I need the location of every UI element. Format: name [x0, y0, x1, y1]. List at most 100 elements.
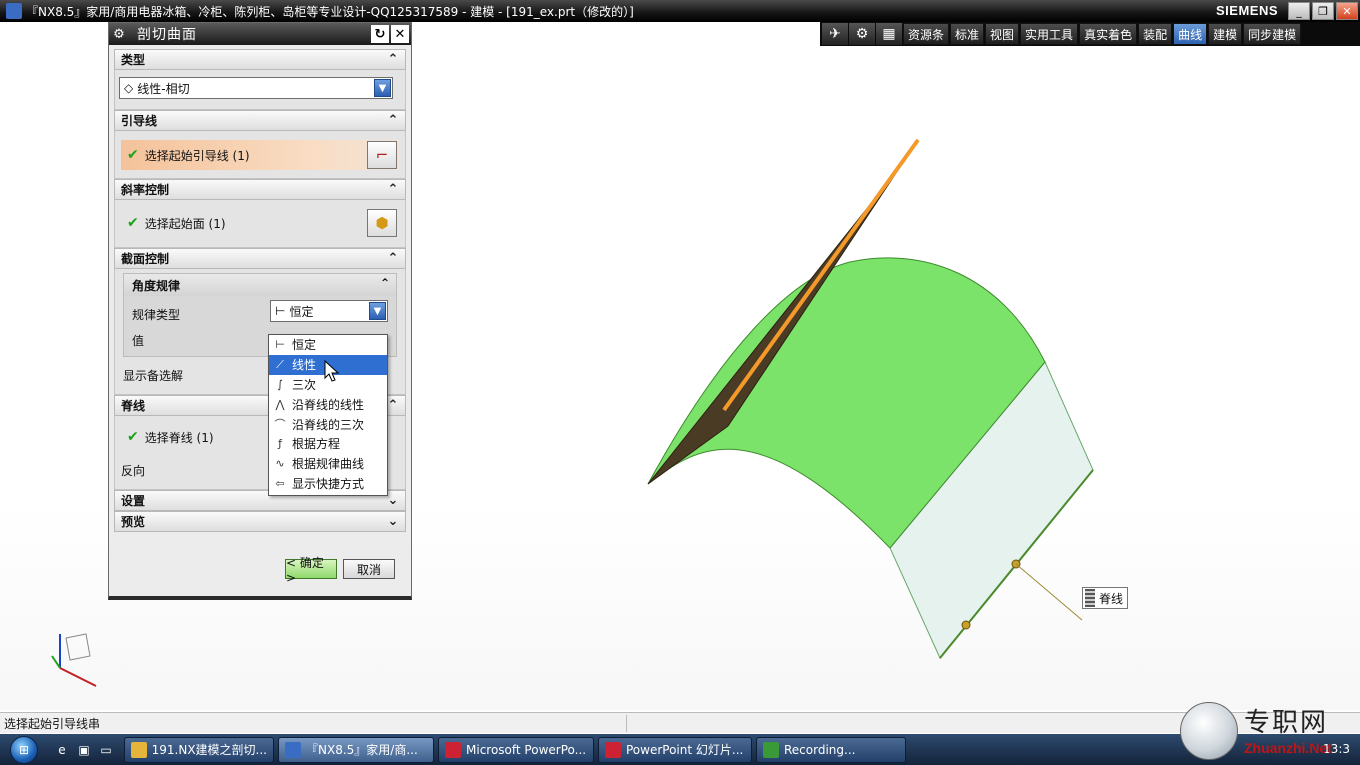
task-label: Microsoft PowerPo...: [466, 742, 587, 757]
face-select-cube-icon[interactable]: ⬢: [367, 209, 397, 237]
section-section-header[interactable]: 截面控制 ⌃: [114, 248, 406, 269]
collapse-icon[interactable]: ⌃: [380, 276, 390, 290]
minimize-button[interactable]: _: [1288, 2, 1310, 20]
section-slope-header[interactable]: 斜率控制 ⌃: [114, 179, 406, 200]
chevron-down-icon[interactable]: ▼: [374, 79, 391, 97]
drag-handle[interactable]: [1085, 589, 1095, 607]
ie-icon[interactable]: e: [54, 742, 70, 758]
shortcut-arrow-icon: ⇦: [275, 476, 285, 490]
cubic-law-icon: ∫: [277, 377, 283, 391]
powerpoint-icon: [445, 741, 461, 758]
collapse-icon[interactable]: ⌃: [385, 250, 401, 266]
task-recording[interactable]: Recording...: [756, 736, 906, 763]
slope-select-row[interactable]: ✔ 选择起始面 (1): [121, 208, 399, 238]
collapse-icon[interactable]: ⌃: [385, 112, 401, 128]
tab-standard[interactable]: 标准: [950, 23, 985, 45]
law-type-value: 恒定: [289, 304, 314, 319]
spine-tag[interactable]: 脊线: [1082, 587, 1129, 609]
angle-law-header[interactable]: 角度规律 ⌃: [124, 274, 396, 296]
ok-button[interactable]: < 确定 >: [285, 556, 337, 585]
dropdown-item-by-law-curve[interactable]: ∿ 根据规律曲线: [269, 454, 387, 474]
guide-select-label: 选择起始引导线 (1): [144, 148, 250, 163]
cancel-button[interactable]: 取消: [343, 559, 395, 579]
close-icon[interactable]: ✕: [391, 25, 409, 43]
tab-true-shading[interactable]: 真实着色: [1079, 23, 1138, 45]
dropdown-item-label: 恒定: [292, 338, 317, 353]
linear-law-icon: ⟋: [276, 357, 284, 371]
dropdown-item-label: 沿脊线的线性: [292, 397, 365, 412]
task-powerpoint[interactable]: Microsoft PowerPo...: [438, 736, 594, 763]
section-type-header[interactable]: 类型 ⌃: [114, 49, 406, 70]
explorer-icon[interactable]: ▭: [98, 742, 114, 758]
tab-resource-bar[interactable]: 资源条: [903, 23, 950, 45]
tab-curve[interactable]: 曲线: [1173, 23, 1208, 45]
mouse-cursor-icon: [324, 360, 340, 382]
dropdown-item-show-shortcuts[interactable]: ⇦ 显示快捷方式: [269, 474, 387, 494]
check-icon: ✔: [127, 215, 139, 231]
status-bar: 选择起始引导线串: [0, 712, 1360, 733]
guide-select-row[interactable]: ✔ 选择起始引导线 (1): [121, 140, 399, 170]
dropdown-item-cubic-along-spine[interactable]: ⌒ 沿脊线的三次: [269, 414, 387, 434]
task-nx[interactable]: 『NX8.5』家用/商...: [278, 736, 434, 763]
section-preview-label: 预览: [121, 515, 146, 529]
start-button[interactable]: ⊞: [0, 734, 48, 765]
section-surface-dialog: ⚙ 剖切曲面 ↻ ✕ 类型 ⌃ ◇ 线性-相切 ▼ 引导线 ⌃ ✔ 选择起始引导…: [108, 22, 412, 600]
section-type-label: 类型: [121, 53, 146, 67]
restore-button[interactable]: ❐: [1312, 2, 1334, 20]
spine-tag-label: 脊线: [1099, 591, 1124, 606]
recording-icon: [763, 741, 779, 758]
section-guide-label: 引导线: [121, 114, 158, 128]
section-slope-body: ✔ 选择起始面 (1) ⬢: [114, 200, 406, 248]
law-type-select[interactable]: ⊢ 恒定 ▼: [270, 300, 388, 322]
task-slideshow[interactable]: PowerPoint 幻灯片...: [598, 736, 752, 763]
chevron-down-icon[interactable]: ▼: [369, 302, 386, 320]
dropdown-item-label: 线性: [292, 358, 317, 373]
dialog-title: 剖切曲面: [137, 27, 197, 43]
grid-icon[interactable]: ▦: [876, 23, 902, 45]
section-section-label: 截面控制: [121, 252, 170, 266]
constant-law-icon: ⊢: [275, 304, 286, 318]
gear-icon[interactable]: ⚙: [109, 27, 129, 42]
nx-app-icon[interactable]: [6, 3, 22, 19]
curve-select-icon[interactable]: ⌐: [367, 141, 397, 169]
show-desktop-icon[interactable]: ▣: [76, 742, 92, 758]
reset-icon[interactable]: ↻: [371, 25, 389, 43]
watermark-en: Zhuanzhi.Net: [1244, 740, 1332, 756]
task-folder[interactable]: 191.NX建模之剖切...: [124, 736, 274, 763]
task-label: 『NX8.5』家用/商...: [306, 743, 418, 757]
gear-icon[interactable]: ⚙: [849, 23, 875, 45]
dropdown-item-label: 显示快捷方式: [292, 476, 365, 491]
dropdown-item-linear-along-spine[interactable]: ⋀ 沿脊线的线性: [269, 394, 387, 414]
section-guide-header[interactable]: 引导线 ⌃: [114, 110, 406, 131]
spine-select-label: 选择脊线 (1): [144, 430, 214, 445]
tab-modeling[interactable]: 建模: [1208, 23, 1243, 45]
dropdown-item-by-equation[interactable]: ƒ 根据方程: [269, 434, 387, 454]
tab-utilities[interactable]: 实用工具: [1020, 23, 1079, 45]
dialog-title-bar[interactable]: ⚙ 剖切曲面 ↻ ✕: [109, 23, 411, 45]
tab-assembly[interactable]: 装配: [1138, 23, 1173, 45]
expand-icon[interactable]: ⌄: [385, 513, 401, 529]
windows-taskbar: ⊞ e ▣ ▭ 191.NX建模之剖切... 『NX8.5』家用/商... Mi…: [0, 734, 1360, 765]
collapse-icon[interactable]: ⌃: [385, 51, 401, 67]
dropdown-item-label: 根据规律曲线: [292, 457, 365, 472]
section-settings-label: 设置: [121, 494, 146, 508]
section-slope-label: 斜率控制: [121, 183, 170, 197]
dropdown-item-constant[interactable]: ⊢ 恒定: [269, 335, 387, 355]
bird-icon[interactable]: ✈: [822, 23, 848, 45]
collapse-icon[interactable]: ⌃: [385, 181, 401, 197]
section-preview-header[interactable]: 预览 ⌄: [114, 511, 406, 532]
tab-view[interactable]: 视图: [985, 23, 1020, 45]
angle-law-label: 角度规律: [132, 278, 181, 293]
dropdown-item-label: 根据方程: [292, 437, 341, 452]
slope-select-label: 选择起始面 (1): [144, 216, 226, 231]
type-select-value: 线性-相切: [137, 81, 190, 96]
check-icon: ✔: [127, 147, 139, 163]
close-button[interactable]: ✕: [1336, 2, 1358, 20]
watermark-cn: 专职网: [1244, 708, 1329, 738]
section-type-body: ◇ 线性-相切 ▼: [114, 70, 406, 110]
type-select[interactable]: ◇ 线性-相切 ▼: [119, 77, 393, 99]
tab-sync-modeling[interactable]: 同步建模: [1243, 23, 1302, 45]
task-label: PowerPoint 幻灯片...: [626, 743, 744, 757]
window-title: 『NX8.5』家用/商用电器冰箱、冷柜、陈列柜、岛柜等专业设计-QQ125317…: [26, 4, 634, 19]
check-icon: ✔: [127, 429, 139, 445]
